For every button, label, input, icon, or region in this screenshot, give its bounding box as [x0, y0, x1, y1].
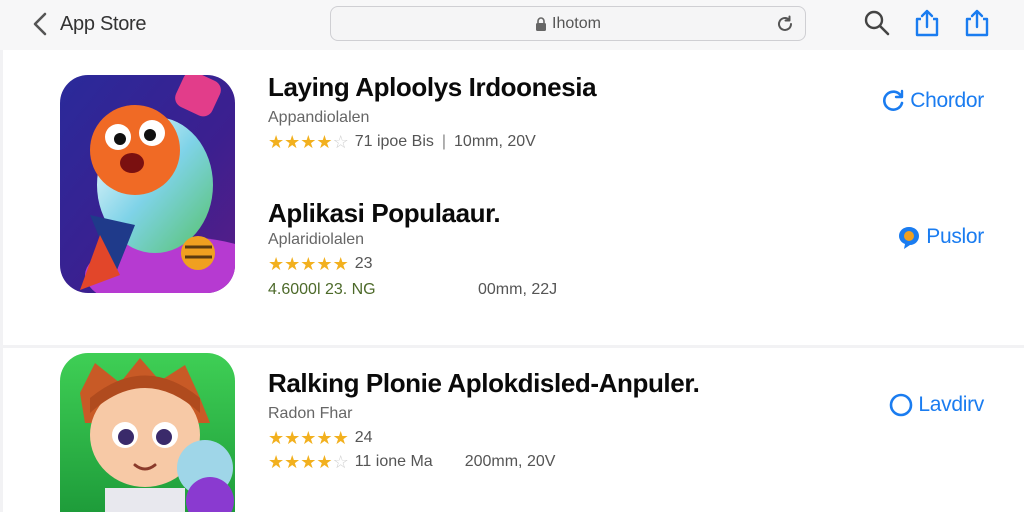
rating-text: 23: [354, 255, 373, 272]
star-icon: ★: [316, 132, 333, 152]
get-button-label: Chordor: [910, 89, 984, 112]
meta-right: 200mm, 20V: [464, 453, 556, 470]
rating-row: ★ ★ ★ ★ ★ 24: [268, 429, 699, 447]
meta-left: 4.6000l 23. NG: [268, 281, 376, 298]
star-icon: ★: [284, 254, 301, 274]
app-subtitle: Appandiolalen: [268, 109, 370, 126]
lock-icon: [536, 16, 547, 31]
navigation-bar: App Store Ihotom: [0, 0, 1024, 50]
rating-row: ★ ★ ★ ★ ☆ 71 ipoe Bis | 10mm, 20V: [268, 133, 596, 151]
app-title: Ralking Plonie Aplokdisled-Anpuler.: [268, 368, 700, 398]
app-entry[interactable]: Aplikasi Populaaur. Aplaridiolalen ★ ★ ★ ★ ★…: [268, 198, 557, 299]
star-empty-icon: ☆: [332, 452, 349, 472]
get-button[interactable]: Chordor: [880, 88, 984, 114]
meta-right: 00mm, 22J: [478, 281, 558, 298]
rating-text: 71 ipoe Bis: [354, 133, 434, 150]
get-button-label: Lavdirv: [918, 393, 984, 416]
star-icon: ★: [284, 132, 301, 152]
app-icon-character[interactable]: [60, 353, 235, 512]
back-label: App Store: [60, 12, 147, 35]
star-icon: ★: [268, 428, 285, 448]
size-text: 10mm, 20V: [454, 133, 536, 150]
chat-bubble-icon: [899, 227, 920, 249]
back-button[interactable]: App Store: [30, 8, 147, 40]
app-title: Aplikasi Populaaur.: [268, 198, 501, 228]
meta-left: 11 ione Ma: [354, 453, 433, 470]
star-icon: ★: [300, 428, 317, 448]
star-icon: ★: [268, 132, 285, 152]
app-icon-bird[interactable]: [60, 75, 235, 293]
star-icon: ★: [284, 428, 301, 448]
get-button[interactable]: Puslor: [896, 224, 984, 250]
app-entry[interactable]: Ralking Plonie Aplokdisled-Anpuler. Rado…: [268, 368, 700, 471]
star-half-icon: ★: [332, 428, 349, 448]
chevron-left-icon: [33, 12, 47, 36]
star-rating: ★ ★ ★ ★ ☆: [268, 453, 349, 471]
meta-row: 4.6000l 23. NG 00mm, 22J: [268, 281, 557, 299]
app-subtitle: Radon Fhar: [268, 405, 353, 422]
reload-icon[interactable]: [775, 14, 795, 34]
star-icon: ★: [300, 132, 317, 152]
get-button-label: Puslor: [926, 225, 984, 248]
star-icon: ★: [300, 254, 317, 274]
share-icon[interactable]: [912, 8, 942, 38]
app-list-card: Laying Aploolys Irdoonesia Appandiolalen…: [3, 50, 1024, 345]
share-icon-2[interactable]: [962, 8, 992, 38]
star-icon: ★: [284, 452, 301, 472]
rating-row: ★ ★ ★ ★ ★ 23: [268, 255, 557, 273]
star-rating: ★ ★ ★ ★ ★: [268, 429, 349, 447]
star-half-icon: ★: [332, 254, 349, 274]
star-icon: ★: [316, 428, 333, 448]
star-icon: ★: [300, 452, 317, 472]
address-bar[interactable]: Ihotom: [330, 6, 806, 41]
app-list-card: Ralking Plonie Aplokdisled-Anpuler. Rado…: [3, 348, 1024, 512]
search-icon[interactable]: [862, 8, 892, 38]
separator: |: [441, 133, 447, 150]
star-icon: ★: [268, 254, 285, 274]
rating-text: 24: [354, 429, 373, 446]
url-text: Ihotom: [552, 14, 601, 32]
star-icon: ★: [268, 452, 285, 472]
circle-icon: [890, 393, 913, 417]
star-empty-icon: ☆: [332, 132, 349, 152]
star-rating: ★ ★ ★ ★ ★: [268, 255, 349, 273]
star-icon: ★: [316, 254, 333, 274]
rating-row-2: ★ ★ ★ ★ ☆ 11 ione Ma 200mm, 20V: [268, 453, 699, 471]
app-title: Laying Aploolys Irdoonesia: [268, 72, 597, 102]
star-rating: ★ ★ ★ ★ ☆: [268, 133, 349, 151]
app-subtitle: Aplaridiolalen: [268, 231, 365, 248]
get-button[interactable]: Lavdirv: [888, 392, 984, 418]
app-entry[interactable]: Laying Aploolys Irdoonesia Appandiolalen…: [268, 72, 597, 151]
star-icon: ★: [316, 452, 333, 472]
refresh-icon: [883, 89, 904, 111]
